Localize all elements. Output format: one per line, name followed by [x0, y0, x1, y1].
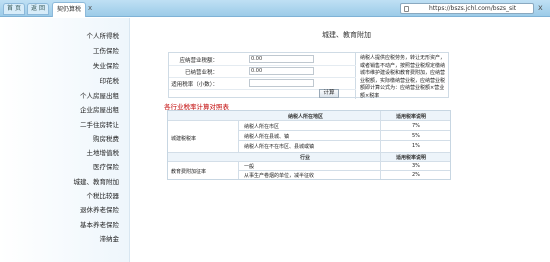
table-row-label: 纳税人所在县城、镇	[244, 134, 290, 140]
table-row-rate: 7%	[412, 123, 420, 129]
page-title: 城建、教育附加	[322, 31, 371, 39]
sidebar-item-late-fee[interactable]: 滞纳金	[100, 233, 120, 243]
tax-rate-field[interactable]	[249, 79, 314, 87]
tab-back[interactable]: 返 回	[27, 3, 49, 15]
table-row-rate: 3%	[412, 163, 420, 169]
tab-close-icon[interactable]: x	[88, 3, 92, 13]
tab-home[interactable]: 首 页	[3, 3, 25, 15]
sidebar-item-medical[interactable]: 医疗保险	[93, 161, 119, 171]
table-row-label: 纳税人所在市区	[244, 124, 280, 130]
tax-paid-field[interactable]: 0.00	[249, 67, 314, 75]
header-rate-2: 适用税率说明	[396, 155, 427, 161]
rate-table: 纳税人所在地区 适用税率说明 城建税税率 纳税人所在市区 7% 纳税人所在县城、…	[167, 110, 451, 180]
sidebar-item-enterprise-rental[interactable]: 企业房屋出租	[80, 104, 119, 114]
group-education-surcharge: 教育费附加征率	[171, 169, 207, 175]
table-row-rate: 5%	[412, 133, 420, 139]
sidebar-item-work-injury[interactable]: 工伤保险	[93, 45, 119, 55]
tab-active[interactable]: 契仍算税	[52, 2, 86, 17]
table-row-label: 一般	[244, 164, 255, 170]
tax-paid-label: 已纳营业税：	[184, 70, 218, 76]
sidebar-item-unemployment[interactable]: 失业保险	[93, 60, 119, 70]
url-text: https://bszs.jchl.com/bszs_sit	[429, 5, 517, 12]
sidebar-item-retirement-pension[interactable]: 退休养老保险	[80, 204, 119, 214]
header-industry: 行业	[300, 155, 311, 161]
address-bar[interactable]: https://bszs.jchl.com/bszs_sit	[400, 3, 534, 14]
calculate-button[interactable]: 计算	[319, 89, 339, 98]
close-icon[interactable]: x	[538, 2, 543, 14]
sidebar-item-secondhand-housing[interactable]: 二手住房转让	[80, 119, 119, 129]
header-rate: 适用税率说明	[396, 114, 427, 120]
sidebar-item-personal-income-tax[interactable]: 个人所得税	[87, 30, 120, 40]
calculation-note: 纳税人提供应税劳务，转让无形资产，或者销售不动产，按照营业税规定缴纳城市维护建设…	[360, 55, 446, 99]
sidebar: 个人所得税 工伤保险 失业保险 印花税 个人房屋出租 企业房屋出租 二手住房转让…	[0, 18, 130, 262]
header-location: 纳税人所在地区	[288, 114, 324, 120]
calculator-form: 应纳营业税额： 0.00 已纳营业税： 0.00 适用税率（小数）： 纳税人提供…	[168, 52, 449, 99]
tax-payable-field[interactable]: 0.00	[249, 55, 314, 63]
table-row-label: 从事生产卷烟的单位，减半征收	[244, 173, 315, 179]
sidebar-item-basic-pension[interactable]: 基本养老保险	[80, 219, 119, 229]
lock-icon	[404, 6, 409, 12]
group-urban-tax: 城建税税率	[171, 136, 197, 142]
table-row-rate: 1%	[412, 143, 420, 149]
table-row-rate: 2%	[412, 172, 420, 178]
browser-toolbar: 首 页 返 回 契仍算税 x https://bszs.jchl.com/bsz…	[0, 0, 550, 17]
sidebar-item-house-purchase[interactable]: 购房税费	[93, 133, 119, 143]
tax-rate-label: 适用税率（小数）：	[171, 82, 218, 88]
table-row-label: 纳税人所在不在市区、县城或镇	[244, 144, 315, 150]
tax-payable-label: 应纳营业税额：	[179, 58, 218, 64]
sidebar-item-land-value-tax[interactable]: 土地增值税	[87, 147, 120, 157]
sidebar-item-personal-rental[interactable]: 个人房屋出租	[80, 90, 119, 100]
sidebar-item-stamp-tax[interactable]: 印花税	[100, 75, 120, 85]
sidebar-item-tax-comparator[interactable]: 个税比较器	[87, 190, 120, 200]
sidebar-item-urban-education[interactable]: 城建、教育附加	[74, 176, 120, 186]
